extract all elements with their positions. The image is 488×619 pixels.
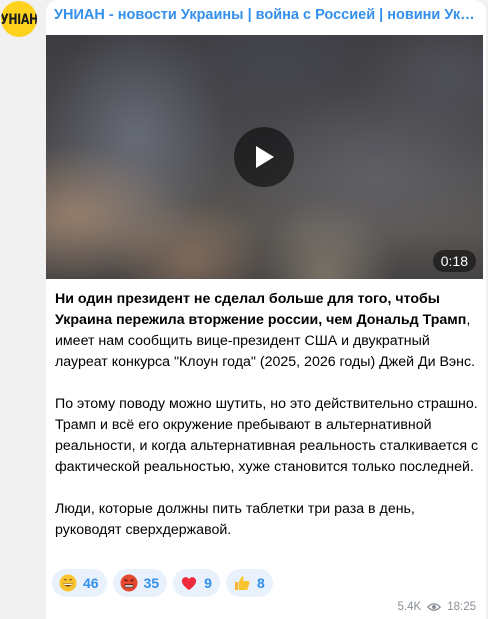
channel-avatar[interactable]: УНІАН	[1, 1, 37, 37]
post-paragraph-3: Люди, которые должны пить таблетки три р…	[55, 501, 415, 538]
reaction-heart[interactable]: 9	[173, 569, 220, 597]
eye-icon	[427, 602, 442, 612]
reaction-grinning[interactable]: 46	[52, 569, 107, 597]
reaction-thumbs-up[interactable]: 8	[225, 569, 273, 597]
reaction-count: 35	[143, 575, 160, 591]
thumbs-up-icon	[233, 574, 251, 592]
angry-face-icon	[120, 574, 138, 592]
view-count: 5.4K	[397, 601, 422, 613]
red-heart-icon	[180, 574, 198, 592]
reaction-count: 9	[204, 575, 212, 591]
post-text: Ни один президент не сделал больше для т…	[55, 289, 479, 541]
video-duration: 0:18	[432, 250, 476, 272]
telegram-post-page: УНІАН УНИАН - новости Украины | война с …	[0, 0, 488, 619]
reaction-count: 8	[256, 575, 265, 591]
play-button[interactable]	[234, 127, 294, 187]
channel-logo: УНІАН	[1, 10, 37, 28]
message-meta: 5.4K 18:25	[398, 601, 476, 613]
video-player[interactable]: 0:18	[46, 35, 483, 279]
grinning-face-icon	[59, 574, 77, 592]
post-paragraph-2: По этому поводу можно шутить, но это дей…	[55, 396, 479, 475]
message-bubble: УНИАН - новости Украины | война с Россие…	[46, 0, 486, 619]
reactions-bar: 46 35 9 8	[52, 569, 273, 597]
post-paragraph-1: Ни один президент не сделал больше для т…	[55, 289, 479, 373]
reaction-count: 46	[83, 575, 99, 591]
play-icon	[256, 146, 274, 168]
post-bold-lead: Ни один президент не сделал больше для т…	[55, 291, 467, 328]
message-time: 18:25	[447, 601, 476, 613]
channel-title[interactable]: УНИАН - новости Украины | война с Россие…	[54, 7, 478, 23]
reaction-angry[interactable]: 35	[112, 569, 168, 597]
